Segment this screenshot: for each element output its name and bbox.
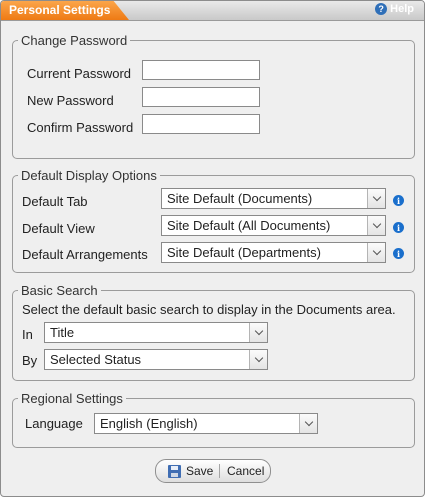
cancel-button[interactable]: Cancel: [227, 460, 264, 482]
chevron-down-icon[interactable]: [249, 323, 267, 342]
default-view-value: Site Default (All Documents): [167, 218, 331, 233]
search-in-select[interactable]: Title: [44, 322, 268, 343]
save-button[interactable]: Save: [168, 460, 213, 482]
new-password-label: New Password: [27, 93, 114, 108]
title-bar: Personal Settings ? Help: [1, 1, 424, 21]
default-view-select[interactable]: Site Default (All Documents): [161, 215, 386, 236]
window-title: Personal Settings: [9, 3, 111, 17]
chevron-down-icon[interactable]: [367, 243, 385, 262]
regional-settings-legend: Regional Settings: [21, 391, 123, 406]
save-label: Save: [186, 464, 214, 478]
default-arrangements-value: Site Default (Departments): [167, 245, 321, 260]
language-label: Language: [25, 416, 83, 431]
new-password-field[interactable]: [142, 87, 260, 107]
search-in-label: In: [22, 327, 33, 342]
current-password-field[interactable]: [142, 60, 260, 80]
default-arrangements-select[interactable]: Site Default (Departments): [161, 242, 386, 263]
basic-search-legend: Basic Search: [21, 283, 98, 298]
search-by-label: By: [22, 353, 38, 368]
help-label: Help: [390, 3, 414, 15]
display-options-legend: Default Display Options: [21, 168, 157, 183]
button-bar: Save Cancel: [155, 459, 271, 483]
default-tab-label: Default Tab: [22, 194, 88, 209]
chevron-down-icon[interactable]: [367, 216, 385, 235]
search-in-value: Title: [50, 325, 75, 340]
basic-search-description: Select the default basic search to displ…: [22, 302, 396, 317]
default-tab-value: Site Default (Documents): [167, 191, 313, 206]
language-select[interactable]: English (English): [94, 413, 318, 434]
search-by-select[interactable]: Selected Status: [44, 349, 268, 370]
default-view-label: Default View: [22, 221, 95, 236]
default-arrangements-label: Default Arrangements: [22, 247, 148, 262]
cancel-label: Cancel: [227, 464, 265, 478]
help-link[interactable]: ? Help: [375, 3, 414, 15]
current-password-label: Current Password: [27, 66, 132, 81]
floppy-disk-icon: [168, 464, 181, 478]
language-value: English (English): [100, 416, 198, 431]
info-icon[interactable]: i: [393, 248, 404, 259]
confirm-password-label: Confirm Password: [27, 120, 134, 135]
default-tab-select[interactable]: Site Default (Documents): [161, 188, 386, 209]
personal-settings-window: Personal Settings ? Help Change Password…: [0, 0, 425, 497]
chevron-down-icon[interactable]: [299, 414, 317, 433]
info-icon[interactable]: i: [393, 222, 404, 233]
search-by-value: Selected Status: [50, 352, 142, 367]
change-password-legend: Change Password: [21, 33, 128, 48]
question-circle-icon: ?: [375, 3, 388, 15]
chevron-down-icon[interactable]: [367, 189, 385, 208]
chevron-down-icon[interactable]: [249, 350, 267, 369]
button-separator: [219, 464, 220, 478]
confirm-password-field[interactable]: [142, 114, 260, 134]
info-icon[interactable]: i: [393, 195, 404, 206]
